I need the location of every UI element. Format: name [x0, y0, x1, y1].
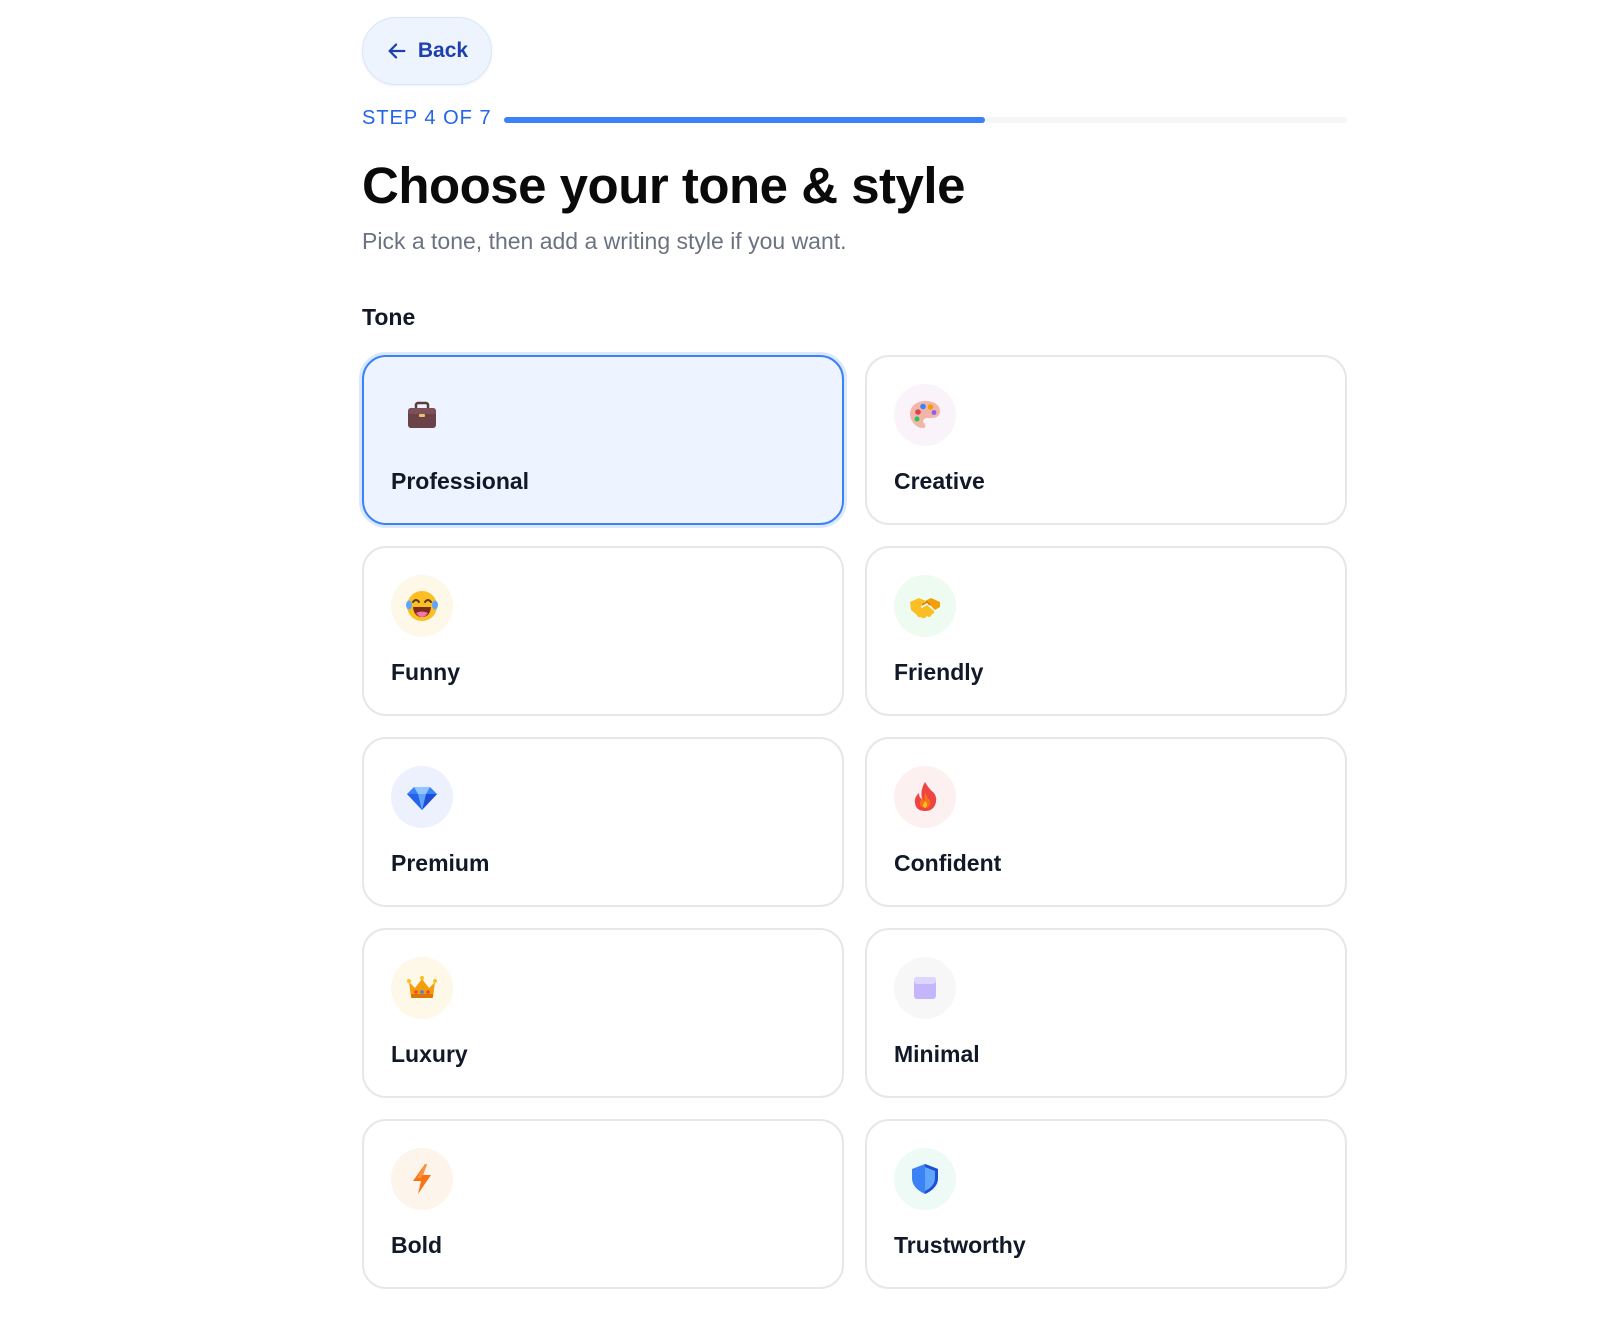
tone-section-label: Tone — [362, 304, 416, 330]
tone-option-label: Funny — [391, 659, 460, 685]
tone-option-label: Minimal — [894, 1041, 980, 1067]
tone-options-grid: Professional Creative Funny Friendly Pre… — [362, 355, 1347, 1289]
tone-option-label: Professional — [391, 468, 530, 494]
tone-option-premium[interactable]: Premium — [362, 737, 844, 907]
tone-option-label: Premium — [391, 850, 490, 876]
handshake-icon — [894, 575, 956, 637]
tone-option-friendly[interactable]: Friendly — [865, 546, 1347, 716]
tone-option-funny[interactable]: Funny — [362, 546, 844, 716]
tone-option-confident[interactable]: Confident — [865, 737, 1347, 907]
diamond-icon — [391, 766, 453, 828]
square-icon — [894, 957, 956, 1019]
tone-option-bold[interactable]: Bold — [362, 1119, 844, 1289]
laughing-face-icon — [391, 575, 453, 637]
back-button[interactable]: Back — [362, 17, 492, 85]
tone-option-professional[interactable]: Professional — [362, 355, 844, 525]
back-button-label: Back — [417, 39, 469, 62]
tone-option-creative[interactable]: Creative — [865, 355, 1347, 525]
shield-icon — [894, 1148, 956, 1210]
tone-option-luxury[interactable]: Luxury — [362, 928, 844, 1098]
progress-track — [504, 117, 1347, 123]
tone-option-label: Confident — [894, 850, 1002, 876]
tone-option-minimal[interactable]: Minimal — [865, 928, 1347, 1098]
palette-icon — [894, 384, 956, 446]
page-title: Choose your tone & style — [362, 157, 965, 214]
tone-option-label: Bold — [391, 1232, 443, 1258]
tone-option-label: Trustworthy — [894, 1232, 1026, 1258]
arrow-left-icon — [386, 40, 408, 62]
tone-option-label: Friendly — [894, 659, 984, 685]
tone-option-label: Luxury — [391, 1041, 468, 1067]
progress-fill — [504, 117, 986, 123]
step-indicator: STEP 4 OF 7 — [362, 107, 492, 129]
tone-option-trustworthy[interactable]: Trustworthy — [865, 1119, 1347, 1289]
fire-icon — [894, 766, 956, 828]
lightning-icon — [391, 1148, 453, 1210]
briefcase-icon — [391, 384, 453, 446]
crown-icon — [391, 957, 453, 1019]
step-progress: STEP 4 OF 7 — [362, 104, 1347, 134]
tone-option-label: Creative — [894, 468, 985, 494]
page-subtitle: Pick a tone, then add a writing style if… — [362, 228, 847, 254]
